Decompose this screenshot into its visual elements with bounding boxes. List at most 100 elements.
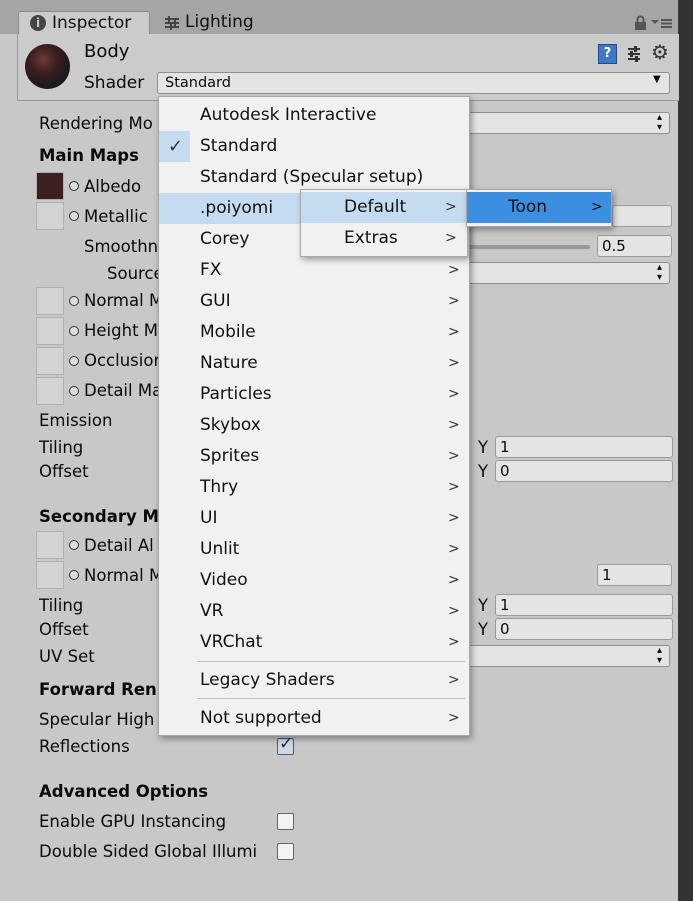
offset-label: Offset (39, 462, 89, 481)
lighting-icon (165, 16, 179, 30)
height-texture[interactable] (36, 317, 64, 345)
tab-lighting-label: Lighting (185, 12, 254, 32)
albedo-picker-icon[interactable] (69, 181, 79, 191)
offset-y-value: 0 (500, 462, 510, 480)
rendering-mode-dropdown[interactable]: ▴ ▾ (466, 112, 670, 134)
menu-item-label: Skybox (200, 415, 261, 435)
tab-menu-icon[interactable] (651, 17, 673, 29)
submenu-item-extras[interactable]: Extras > (301, 223, 467, 254)
menu-item-unlit[interactable]: Unlit > (159, 534, 469, 565)
menu-item-thry[interactable]: Thry > (159, 472, 469, 503)
offset2-y-field[interactable]: 0 (495, 618, 673, 640)
checkmark-icon: ✓ (279, 734, 294, 754)
offset-y-field[interactable]: 0 (495, 460, 673, 482)
detail-albedo-texture[interactable] (36, 531, 64, 559)
normal2-picker-icon[interactable] (69, 570, 79, 580)
smoothness-value: 0.5 (602, 237, 626, 255)
chevron-right-icon: > (448, 448, 460, 464)
albedo-texture[interactable] (36, 172, 64, 200)
settings-icon[interactable]: ⚙ (651, 40, 669, 64)
submenu-item-default[interactable]: Default > (301, 192, 467, 223)
menu-item-autodesk[interactable]: Autodesk Interactive (159, 100, 469, 131)
menu-item-label: .poiyomi (200, 198, 274, 218)
smoothness-slider-track[interactable] (466, 245, 590, 249)
metallic-texture[interactable] (36, 202, 64, 230)
lock-icon[interactable] (634, 15, 647, 31)
emission-label: Emission (39, 411, 113, 430)
menu-item-legacy-shaders[interactable]: Legacy Shaders > (159, 665, 469, 696)
normal-map-label: Normal M (84, 291, 164, 310)
chevron-right-icon: > (448, 324, 460, 340)
source-dropdown[interactable]: ▴ ▾ (466, 262, 670, 284)
menu-item-nature[interactable]: Nature > (159, 348, 469, 379)
menu-item-gui[interactable]: GUI > (159, 286, 469, 317)
shader-dropdown[interactable]: Standard ▼ (157, 72, 670, 94)
menu-item-not-supported[interactable]: Not supported > (159, 703, 469, 734)
help-icon[interactable]: ? (598, 44, 617, 64)
normal-picker-icon[interactable] (69, 296, 79, 306)
menu-item-ui[interactable]: UI > (159, 503, 469, 534)
tiling-y-field[interactable]: 1 (495, 436, 673, 458)
shader-label: Shader (84, 73, 145, 93)
detail-mask-picker-icon[interactable] (69, 386, 79, 396)
height-picker-icon[interactable] (69, 326, 79, 336)
menu-item-standard[interactable]: ✓ Standard (159, 131, 469, 162)
tab-lighting[interactable]: Lighting (162, 11, 282, 34)
menu-item-label: VR (200, 601, 224, 621)
menu-item-mobile[interactable]: Mobile > (159, 317, 469, 348)
gpu-instancing-checkbox[interactable] (277, 813, 294, 830)
material-preview (25, 44, 70, 89)
chevron-right-icon: > (448, 293, 460, 309)
smoothness-field[interactable]: 0.5 (597, 235, 672, 257)
secondary-maps-heading: Secondary M (39, 507, 159, 526)
preset-icon[interactable] (626, 45, 642, 63)
metallic-field[interactable] (612, 205, 672, 227)
menu-item-sprites[interactable]: Sprites > (159, 441, 469, 472)
menu-item-label: Legacy Shaders (200, 670, 335, 690)
chevron-right-icon: > (448, 634, 460, 650)
normal2-texture[interactable] (36, 561, 64, 589)
updown-icon: ▴ ▾ (657, 645, 663, 666)
double-sided-gi-checkbox[interactable] (277, 843, 294, 860)
menu-item-label: FX (200, 260, 222, 280)
occlusion-label: Occlusion (84, 351, 164, 370)
chevron-right-icon: > (448, 672, 460, 688)
chevron-right-icon: > (591, 199, 603, 215)
offset2-y-value: 0 (500, 620, 510, 638)
menu-separator (197, 661, 465, 662)
detail-albedo-picker-icon[interactable] (69, 540, 79, 550)
submenu-item-toon[interactable]: Toon > (467, 192, 611, 223)
menu-item-skybox[interactable]: Skybox > (159, 410, 469, 441)
tab-inspector[interactable]: i Inspector (18, 11, 150, 35)
occlusion-picker-icon[interactable] (69, 356, 79, 366)
normal-texture[interactable] (36, 287, 64, 315)
tiling2-y-field[interactable]: 1 (495, 594, 673, 616)
height-map-label: Height M (84, 321, 159, 340)
default-submenu: Toon > (466, 189, 612, 227)
offset-y-label: Y (478, 462, 489, 481)
menu-item-label: Autodesk Interactive (200, 105, 377, 125)
chevron-right-icon: > (448, 572, 460, 588)
submenu-item-label: Default (344, 197, 407, 217)
menu-item-vrchat[interactable]: VRChat > (159, 627, 469, 658)
rendering-mode-label: Rendering Mo (39, 114, 153, 133)
menu-item-fx[interactable]: FX > (159, 255, 469, 286)
reflections-checkbox[interactable]: ✓ (277, 734, 294, 755)
menu-item-vr[interactable]: VR > (159, 596, 469, 627)
menu-item-label: Particles (200, 384, 272, 404)
occlusion-texture[interactable] (36, 347, 64, 375)
menu-item-label: Not supported (200, 708, 322, 728)
updown-icon: ▴ ▾ (657, 262, 663, 283)
uv-set-dropdown[interactable]: ▴ ▾ (466, 645, 670, 667)
main-maps-heading: Main Maps (39, 146, 139, 165)
menu-item-particles[interactable]: Particles > (159, 379, 469, 410)
menu-item-video[interactable]: Video > (159, 565, 469, 596)
menu-item-label: GUI (200, 291, 231, 311)
tiling2-y-value: 1 (500, 596, 510, 614)
detail-mask-texture[interactable] (36, 377, 64, 405)
normal-scale-field[interactable]: 1 (597, 564, 672, 586)
uv-set-label: UV Set (39, 647, 95, 666)
metallic-picker-icon[interactable] (69, 211, 79, 221)
specular-highlights-label: Specular High (39, 710, 155, 729)
offset2-label: Offset (39, 620, 89, 639)
